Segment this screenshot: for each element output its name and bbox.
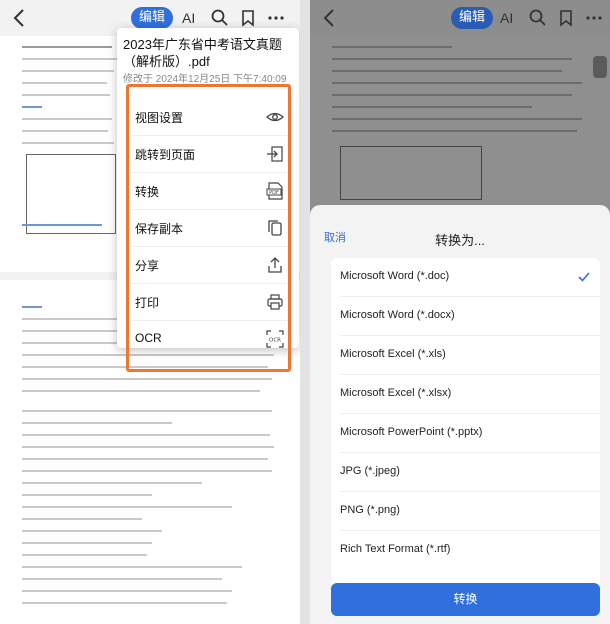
checkmark-icon (578, 272, 590, 282)
format-option-pptx[interactable]: Microsoft PowerPoint (*.pptx) (331, 414, 600, 453)
format-option-label: JPG (*.jpeg) (340, 465, 400, 477)
format-option-jpeg[interactable]: JPG (*.jpeg) (331, 453, 600, 492)
more-menu-popup: 2023年广东省中考语文真题（解析版）.pdf 修改于 2024年12月25日 … (117, 28, 299, 372)
document-quote-box (26, 154, 116, 234)
left-screen: 编辑 AI 2023年广东省中考语文真题（解析版）.pdf 修改于 2024年1… (0, 0, 300, 624)
menu-item-view-settings[interactable]: 视图设置 (132, 99, 288, 136)
menu-item-label: 跳转到页面 (135, 148, 196, 162)
screen-divider (300, 0, 310, 624)
format-option-xlsx[interactable]: Microsoft Excel (*.xlsx) (331, 375, 600, 414)
goto-page-icon (267, 146, 283, 162)
svg-text:PDF: PDF (269, 190, 279, 196)
more-icon[interactable] (266, 8, 286, 28)
menu-item-convert[interactable]: 转换 PDF (132, 173, 288, 210)
format-option-rtf[interactable]: Rich Text Format (*.rtf) (331, 531, 600, 570)
menu-item-label: 转换 (135, 185, 160, 199)
printer-icon (267, 294, 283, 310)
format-option-doc[interactable]: Microsoft Word (*.doc) (331, 258, 600, 297)
format-option-label: Microsoft PowerPoint (*.pptx) (340, 426, 483, 438)
modified-time: 修改于 2024年12月25日 下午7:40:09 (123, 74, 287, 85)
format-option-label: Microsoft Excel (*.xls) (340, 348, 446, 360)
format-option-label: Microsoft Word (*.docx) (340, 309, 455, 321)
menu-item-label: 打印 (135, 296, 160, 310)
format-option-label: PNG (*.png) (340, 504, 400, 516)
edit-button[interactable]: 编辑 (131, 7, 173, 29)
menu-item-label: OCR (135, 331, 162, 345)
format-option-xls[interactable]: Microsoft Excel (*.xls) (331, 336, 600, 375)
more-icon[interactable] (584, 8, 604, 28)
share-icon (268, 257, 282, 273)
format-option-docx[interactable]: Microsoft Word (*.docx) (331, 297, 600, 336)
menu-item-goto-page[interactable]: 跳转到页面 (132, 136, 288, 173)
scroll-handle[interactable] (593, 56, 607, 78)
format-option-png[interactable]: PNG (*.png) (331, 492, 600, 531)
svg-text:OCR: OCR (269, 338, 281, 344)
file-title: 2023年广东省中考语文真题（解析版）.pdf (123, 37, 282, 69)
back-arrow-icon[interactable] (10, 6, 30, 30)
menu-item-ocr[interactable]: OCR OCR (132, 321, 288, 358)
eye-icon (266, 112, 284, 122)
menu-item-label: 保存副本 (135, 222, 184, 236)
menu-item-print[interactable]: 打印 (132, 284, 288, 321)
copy-icon (268, 220, 282, 236)
document-page-dimmed (310, 36, 610, 205)
search-icon[interactable] (210, 8, 230, 28)
format-option-label: Microsoft Excel (*.xlsx) (340, 387, 452, 399)
convert-button[interactable]: 转换 (331, 583, 600, 616)
bookmark-icon[interactable] (556, 8, 576, 28)
top-toolbar-dimmed: 编辑 AI (310, 0, 610, 36)
sheet-title: 转换为... (435, 233, 485, 248)
menu-item-label: 视图设置 (135, 111, 184, 125)
right-screen: 编辑 AI 取消 转换为... Microsoft Word (*.doc) M… (310, 0, 610, 624)
convert-bottom-sheet: 取消 转换为... Microsoft Word (*.doc) Microso… (310, 205, 610, 624)
back-arrow-icon[interactable] (320, 6, 340, 30)
ai-button[interactable]: AI (182, 8, 202, 28)
menu-items-highlighted: 视图设置 跳转到页面 转换 PDF 保存副本 分享 打印 OCR OCR (126, 84, 291, 372)
menu-item-save-copy[interactable]: 保存副本 (132, 210, 288, 247)
ai-button[interactable]: AI (500, 8, 520, 28)
format-option-label: Microsoft Word (*.doc) (340, 270, 450, 282)
bookmark-icon[interactable] (238, 8, 258, 28)
format-option-label: Rich Text Format (*.rtf) (340, 543, 451, 555)
menu-item-share[interactable]: 分享 (132, 247, 288, 284)
menu-item-label: 分享 (135, 259, 160, 273)
pdf-convert-icon: PDF (266, 182, 283, 200)
format-options-list: Microsoft Word (*.doc) Microsoft Word (*… (331, 258, 600, 588)
search-icon[interactable] (528, 8, 548, 28)
ocr-scan-icon: OCR (266, 330, 284, 348)
edit-button[interactable]: 编辑 (451, 7, 493, 29)
